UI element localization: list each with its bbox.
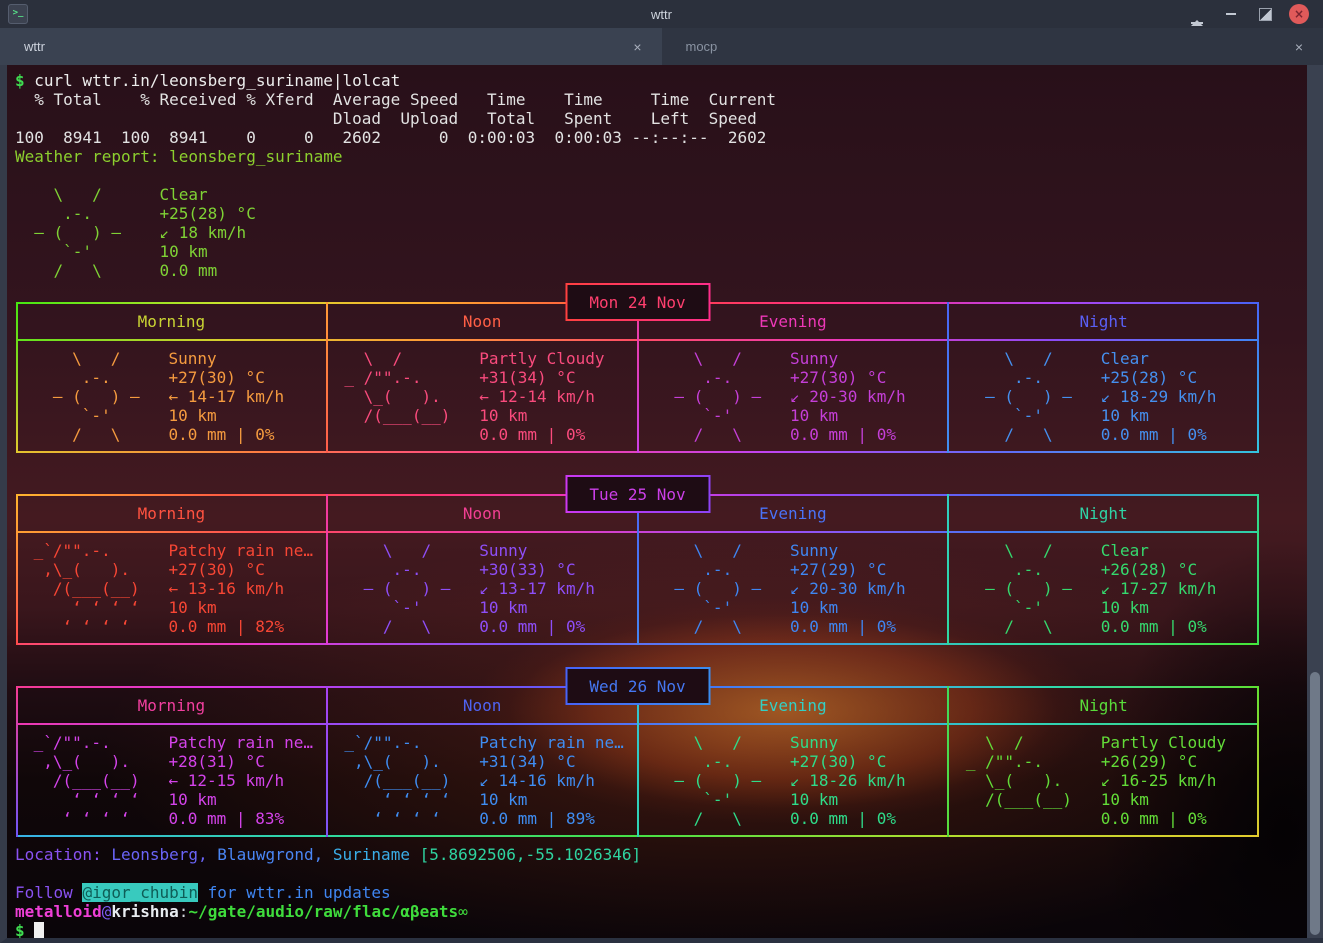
- forecast-cell-evening: \ / Sunny .-. +27(30) °C ― ( ) ― ↙ 20-30…: [638, 341, 949, 453]
- forecast-cell-night: \ / Partly Cloudy _ /"".-. +26(29) °C \_…: [948, 725, 1259, 837]
- minimize-button[interactable]: [1221, 4, 1241, 24]
- table-border-left: [16, 686, 18, 837]
- forecast-date-box: Wed 26 Nov: [565, 667, 710, 705]
- table-divider: [947, 686, 949, 837]
- part-header-night: Night: [948, 686, 1259, 725]
- command-line: $ curl wttr.in/leonsberg_suriname|lolcat: [15, 71, 1303, 90]
- blank-line: [15, 166, 1303, 185]
- forecast-day-3: Wed 26 Nov Morning Noon Evening Night _`…: [16, 686, 1259, 837]
- table-divider: [326, 494, 328, 645]
- table-divider: [326, 686, 328, 837]
- forecast-cell-morning: _`/"".-. Patchy rain ne… ,\_( ). +28(31)…: [16, 725, 327, 837]
- table-border-right: [1257, 686, 1259, 837]
- forecast-day-1: Mon 24 Nov Morning Noon Evening Night \ …: [16, 302, 1259, 453]
- terminal-link[interactable]: @igor_chubin: [82, 883, 198, 902]
- shell-prompt: $: [15, 921, 34, 940]
- terminal-app-icon: >_: [8, 4, 28, 24]
- terminal-window: >_ wttr × wttr × mocp × $ curl wttr.in/l…: [0, 0, 1323, 943]
- part-header-morning: Morning: [16, 494, 327, 533]
- tab-mocp[interactable]: mocp ×: [662, 28, 1323, 65]
- forecast-cell-morning: \ / Sunny .-. +27(30) °C ― ( ) ― ← 14-17…: [16, 341, 327, 453]
- forecast-cell-noon: \ / Sunny .-. +30(33) °C ― ( ) ― ↙ 13-17…: [327, 533, 638, 645]
- scrollbar[interactable]: [1307, 65, 1323, 938]
- table-border-right: [1257, 302, 1259, 453]
- forecast-date: Wed 26 Nov: [589, 677, 685, 696]
- curl-progress-output: % Total % Received % Xferd Average Speed…: [15, 90, 1303, 147]
- window-controls: ×: [1187, 4, 1323, 24]
- terminal-viewport: $ curl wttr.in/leonsberg_suriname|lolcat…: [0, 65, 1323, 943]
- part-header-night: Night: [948, 302, 1259, 341]
- table-border-left: [16, 494, 18, 645]
- current-conditions: \ / Clear .-. +25(28) °C ― ( ) ― ↙ 18 km…: [15, 185, 1303, 280]
- shade-icon: [1191, 5, 1203, 24]
- maximize-icon: [1259, 8, 1272, 21]
- forecast-cell-evening: \ / Sunny .-. +27(30) °C ― ( ) ― ↙ 18-26…: [638, 725, 949, 837]
- location-line: Location: Leonsberg, Blauwgrond, Surinam…: [15, 845, 1303, 864]
- prompt-line: metalloid@krishna:~/gate/audio/raw/flac/…: [15, 902, 1303, 921]
- forecast-date: Mon 24 Nov: [589, 293, 685, 312]
- tab-close-icon[interactable]: ×: [1289, 37, 1309, 57]
- forecast-cell-morning: _`/"".-. Patchy rain ne… ,\_( ). +27(30)…: [16, 533, 327, 645]
- tab-wttr[interactable]: wttr ×: [0, 28, 662, 65]
- scrollbar-thumb[interactable]: [1310, 672, 1320, 935]
- part-header-morning: Morning: [16, 302, 327, 341]
- table-border-left: [16, 302, 18, 453]
- window-title: wttr: [0, 7, 1323, 22]
- follow-line: Follow @igor_chubin for wttr.in updates: [15, 883, 1303, 902]
- blank-line: [15, 864, 1303, 883]
- forecast-cell-night: \ / Clear .-. +26(28) °C ― ( ) ― ↙ 17-27…: [948, 533, 1259, 645]
- forecast-day-2: Tue 25 Nov Morning Noon Evening Night _`…: [16, 494, 1259, 645]
- shade-button[interactable]: [1187, 4, 1207, 24]
- maximize-button[interactable]: [1255, 4, 1275, 24]
- weather-report-title: Weather report: leonsberg_suriname: [15, 147, 1303, 166]
- tab-label: wttr: [24, 39, 45, 54]
- tab-label: mocp: [686, 39, 718, 54]
- tab-bar: wttr × mocp ×: [0, 28, 1323, 65]
- shell-prompt-line: $: [15, 921, 1303, 940]
- forecast-date-box: Mon 24 Nov: [565, 283, 710, 321]
- table-divider: [637, 302, 639, 453]
- table-divider: [326, 302, 328, 453]
- tab-close-icon[interactable]: ×: [627, 37, 647, 57]
- forecast-cell-evening: \ / Sunny .-. +27(29) °C ― ( ) ― ↙ 20-30…: [638, 533, 949, 645]
- table-divider: [947, 302, 949, 453]
- table-divider: [637, 494, 639, 645]
- table-border-right: [1257, 494, 1259, 645]
- close-button[interactable]: ×: [1289, 4, 1309, 24]
- forecast-cell-noon: _`/"".-. Patchy rain ne… ,\_( ). +31(34)…: [327, 725, 638, 837]
- table-divider: [637, 686, 639, 837]
- minimize-icon: [1226, 13, 1236, 15]
- forecast-date: Tue 25 Nov: [589, 485, 685, 504]
- forecast-date-box: Tue 25 Nov: [565, 475, 710, 513]
- terminal-content: $ curl wttr.in/leonsberg_suriname|lolcat…: [7, 65, 1323, 940]
- part-header-night: Night: [948, 494, 1259, 533]
- forecast-cell-noon: \ / Partly Cloudy _ /"".-. +31(34) °C \_…: [327, 341, 638, 453]
- table-divider: [947, 494, 949, 645]
- text-cursor: [34, 922, 44, 939]
- part-header-morning: Morning: [16, 686, 327, 725]
- forecast-cell-night: \ / Clear .-. +25(28) °C ― ( ) ― ↙ 18-29…: [948, 341, 1259, 453]
- titlebar: >_ wttr ×: [0, 0, 1323, 28]
